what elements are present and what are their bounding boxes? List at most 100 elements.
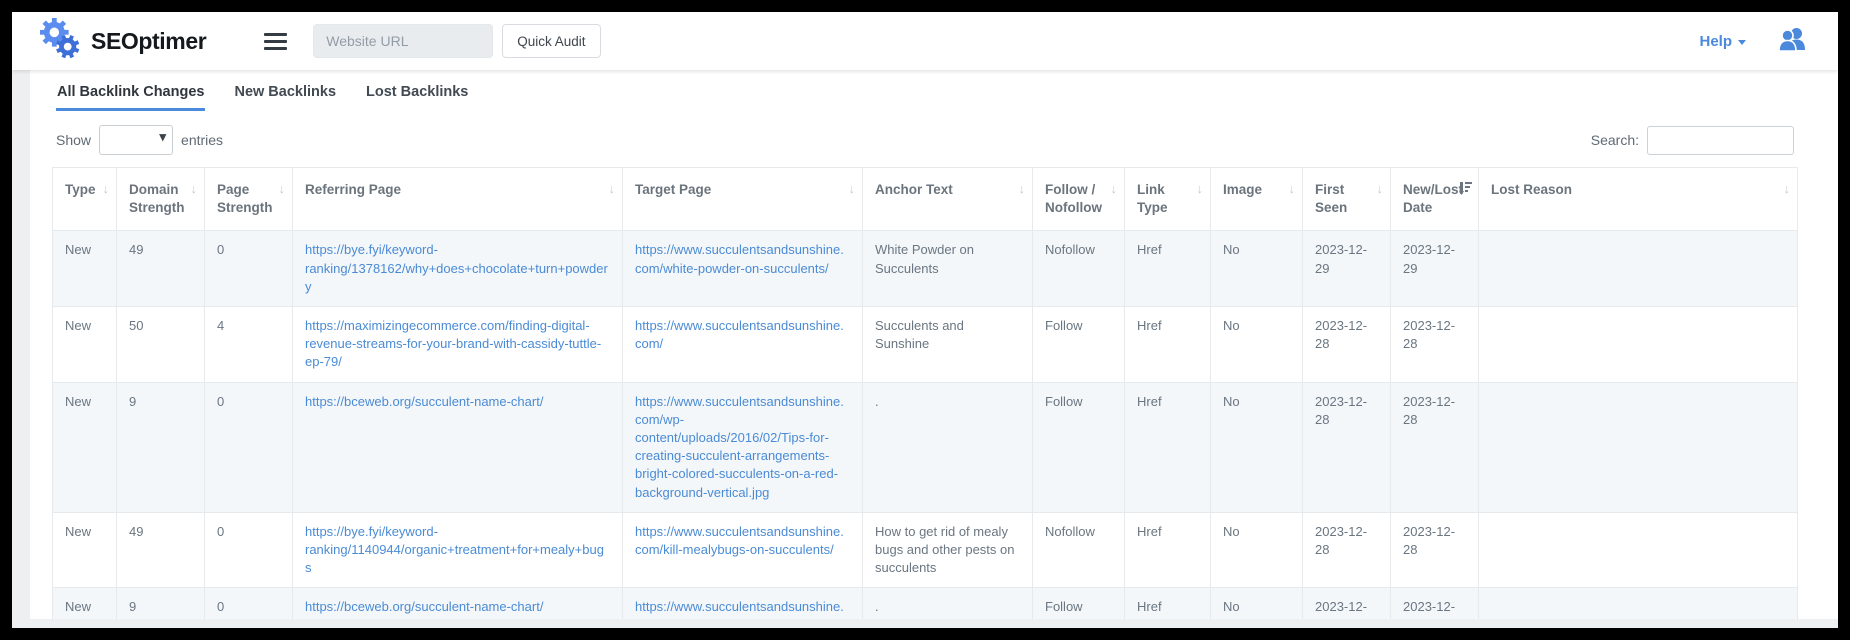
search-control: Search: bbox=[1591, 126, 1794, 155]
cell-anchor_text: How to get rid of mealy bugs and other p… bbox=[863, 512, 1033, 588]
column-header-new-lost-date[interactable]: New/Lost Date bbox=[1391, 168, 1479, 231]
column-header-first-seen[interactable]: First Seen ↓ bbox=[1303, 168, 1391, 231]
sort-down-icon: ↓ bbox=[1019, 180, 1026, 198]
page-length-select[interactable] bbox=[99, 125, 173, 155]
help-label: Help bbox=[1699, 33, 1732, 50]
table-body: New490https://bye.fyi/keyword-ranking/13… bbox=[53, 231, 1798, 619]
backlink-url[interactable]: https://www.succulentsandsunshine.com/wh… bbox=[635, 242, 844, 275]
backlink-url[interactable]: https://bceweb.org/succulent-name-chart/ bbox=[305, 394, 543, 409]
cell-anchor_text: White Powder on Succulents bbox=[863, 231, 1033, 307]
help-menu[interactable]: Help bbox=[1699, 33, 1746, 50]
backlink-url[interactable]: https://www.succulentsandsunshine.com/wp… bbox=[635, 394, 844, 500]
hamburger-icon bbox=[264, 40, 287, 43]
cell-first_seen: 2023-12-28 bbox=[1303, 588, 1391, 619]
sort-down-icon: ↓ bbox=[191, 180, 198, 198]
table-row: New490https://bye.fyi/keyword-ranking/13… bbox=[53, 231, 1798, 307]
backlink-url[interactable]: https://bye.fyi/keyword-ranking/1378162/… bbox=[305, 242, 608, 293]
column-header-lost-reason[interactable]: Lost Reason ↓ bbox=[1479, 168, 1798, 231]
cell-follow_nofollow: Nofollow bbox=[1033, 512, 1125, 588]
search-input[interactable] bbox=[1647, 126, 1794, 155]
column-header-anchor-text[interactable]: Anchor Text ↓ bbox=[863, 168, 1033, 231]
table-row: New504https://maximizingecommerce.com/fi… bbox=[53, 307, 1798, 383]
backlink-url[interactable]: https://bceweb.org/succulent-name-chart/ bbox=[305, 599, 543, 614]
column-header-link-type[interactable]: Link Type ↓ bbox=[1125, 168, 1211, 231]
cell-lost_reason bbox=[1479, 512, 1798, 588]
cell-page_strength: 0 bbox=[205, 382, 293, 512]
cell-referring_page: https://bye.fyi/keyword-ranking/1140944/… bbox=[293, 512, 623, 588]
table-controls: Show ▾ entries Search: bbox=[52, 125, 1794, 155]
cell-first_seen: 2023-12-28 bbox=[1303, 512, 1391, 588]
sort-amount-desc-icon bbox=[1459, 181, 1473, 200]
cell-image: No bbox=[1211, 588, 1303, 619]
cell-domain_strength: 9 bbox=[117, 588, 205, 619]
brand-logo[interactable]: SEOptimer bbox=[40, 17, 206, 66]
cell-type: New bbox=[53, 512, 117, 588]
cell-anchor_text: . bbox=[863, 588, 1033, 619]
cell-page_strength: 0 bbox=[205, 588, 293, 619]
caret-down-icon bbox=[1738, 40, 1746, 45]
tab-all-backlink-changes[interactable]: All Backlink Changes bbox=[56, 78, 205, 111]
cell-link_type: Href bbox=[1125, 307, 1211, 383]
sort-down-icon: ↓ bbox=[1197, 180, 1204, 198]
sort-down-icon: ↓ bbox=[103, 180, 110, 198]
cell-image: No bbox=[1211, 512, 1303, 588]
table-header: Type ↓ Domain Strength ↓ Page Strength ↓… bbox=[53, 168, 1798, 231]
cell-page_strength: 0 bbox=[205, 231, 293, 307]
column-header-target-page[interactable]: Target Page ↓ bbox=[623, 168, 863, 231]
cell-page_strength: 0 bbox=[205, 512, 293, 588]
column-header-page-strength[interactable]: Page Strength ↓ bbox=[205, 168, 293, 231]
cell-target_page: https://www.succulentsandsunshine.com/wp… bbox=[623, 382, 863, 512]
sort-down-icon: ↓ bbox=[279, 180, 286, 198]
cell-target_page: https://www.succulentsandsunshine.com/wh… bbox=[623, 231, 863, 307]
cell-new_lost_date: 2023-12-28 bbox=[1391, 588, 1479, 619]
tab-lost-backlinks[interactable]: Lost Backlinks bbox=[365, 78, 469, 111]
backlink-url[interactable]: https://bye.fyi/keyword-ranking/1140944/… bbox=[305, 524, 604, 575]
brand-name: SEOptimer bbox=[91, 28, 206, 55]
menu-button[interactable] bbox=[264, 33, 287, 50]
main-content: All Backlink Changes New Backlinks Lost … bbox=[30, 70, 1838, 619]
quick-audit-button[interactable]: Quick Audit bbox=[502, 24, 600, 58]
cell-anchor_text: Succulents and Sunshine bbox=[863, 307, 1033, 383]
cell-link_type: Href bbox=[1125, 231, 1211, 307]
backlink-url[interactable]: https://www.succulentsandsunshine.com/ki… bbox=[635, 524, 844, 557]
column-header-type[interactable]: Type ↓ bbox=[53, 168, 117, 231]
cell-type: New bbox=[53, 231, 117, 307]
cell-domain_strength: 50 bbox=[117, 307, 205, 383]
cell-lost_reason bbox=[1479, 231, 1798, 307]
cell-new_lost_date: 2023-12-28 bbox=[1391, 382, 1479, 512]
cell-referring_page: https://bye.fyi/keyword-ranking/1378162/… bbox=[293, 231, 623, 307]
cell-referring_page: https://bceweb.org/succulent-name-chart/ bbox=[293, 588, 623, 619]
cell-follow_nofollow: Follow bbox=[1033, 382, 1125, 512]
account-button[interactable] bbox=[1776, 26, 1808, 57]
users-icon bbox=[1776, 26, 1808, 57]
cell-link_type: Href bbox=[1125, 382, 1211, 512]
sort-down-icon: ↓ bbox=[609, 180, 616, 198]
cell-domain_strength: 49 bbox=[117, 231, 205, 307]
website-url-input[interactable] bbox=[313, 24, 493, 58]
column-header-referring-page[interactable]: Referring Page ↓ bbox=[293, 168, 623, 231]
cell-first_seen: 2023-12-29 bbox=[1303, 231, 1391, 307]
table-row: New490https://bye.fyi/keyword-ranking/11… bbox=[53, 512, 1798, 588]
backlink-url[interactable]: https://www.succulentsandsunshine.com/wp… bbox=[635, 599, 846, 619]
column-header-domain-strength[interactable]: Domain Strength ↓ bbox=[117, 168, 205, 231]
column-header-image[interactable]: Image ↓ bbox=[1211, 168, 1303, 231]
cell-page_strength: 4 bbox=[205, 307, 293, 383]
cell-referring_page: https://maximizingecommerce.com/finding-… bbox=[293, 307, 623, 383]
table-row: New90https://bceweb.org/succulent-name-c… bbox=[53, 382, 1798, 512]
cell-image: No bbox=[1211, 382, 1303, 512]
navbar: SEOptimer Quick Audit Help bbox=[12, 12, 1838, 70]
cell-new_lost_date: 2023-12-29 bbox=[1391, 231, 1479, 307]
cell-lost_reason bbox=[1479, 307, 1798, 383]
sort-down-icon: ↓ bbox=[1784, 180, 1791, 198]
column-header-follow-nofollow[interactable]: Follow / Nofollow ↓ bbox=[1033, 168, 1125, 231]
cell-image: No bbox=[1211, 307, 1303, 383]
cell-new_lost_date: 2023-12-28 bbox=[1391, 512, 1479, 588]
cell-follow_nofollow: Follow bbox=[1033, 307, 1125, 383]
backlinks-table: Type ↓ Domain Strength ↓ Page Strength ↓… bbox=[52, 167, 1798, 619]
backlink-url[interactable]: https://maximizingecommerce.com/finding-… bbox=[305, 318, 601, 369]
cell-first_seen: 2023-12-28 bbox=[1303, 307, 1391, 383]
tab-new-backlinks[interactable]: New Backlinks bbox=[233, 78, 337, 111]
cell-image: No bbox=[1211, 231, 1303, 307]
table-row: New90https://bceweb.org/succulent-name-c… bbox=[53, 588, 1798, 619]
backlink-url[interactable]: https://www.succulentsandsunshine.com/ bbox=[635, 318, 844, 351]
